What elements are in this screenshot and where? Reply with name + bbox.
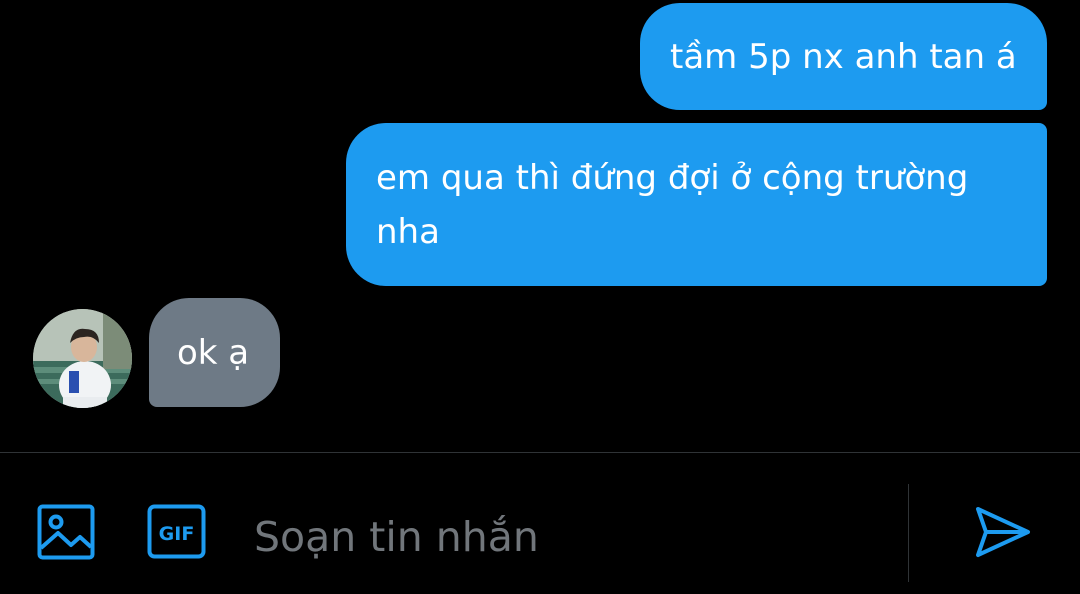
gif-icon: GIF (147, 504, 206, 559)
avatar-photo (33, 309, 132, 408)
message-text: ok ạ (177, 333, 250, 373)
send-button[interactable] (974, 503, 1032, 561)
gif-button[interactable]: GIF (146, 503, 207, 560)
outgoing-message-bubble[interactable]: tầm 5p nx anh tan á (640, 3, 1047, 110)
send-icon (976, 507, 1030, 557)
dm-conversation: tầm 5p nx anh tan á em qua thì đứng đợi … (0, 0, 1080, 594)
image-button[interactable] (36, 503, 96, 561)
message-text: tầm 5p nx anh tan á (670, 37, 1017, 77)
composer-separator (908, 484, 909, 582)
image-icon (37, 504, 95, 560)
message-text: em qua thì đứng đợi ở cộng trường nha (376, 158, 969, 252)
composer-divider (0, 452, 1080, 453)
message-input[interactable] (246, 505, 886, 569)
outgoing-message-bubble[interactable]: em qua thì đứng đợi ở cộng trường nha (346, 123, 1047, 286)
sender-avatar[interactable] (33, 309, 132, 408)
gif-label: GIF (159, 523, 195, 545)
incoming-message-bubble[interactable]: ok ạ (149, 298, 280, 407)
